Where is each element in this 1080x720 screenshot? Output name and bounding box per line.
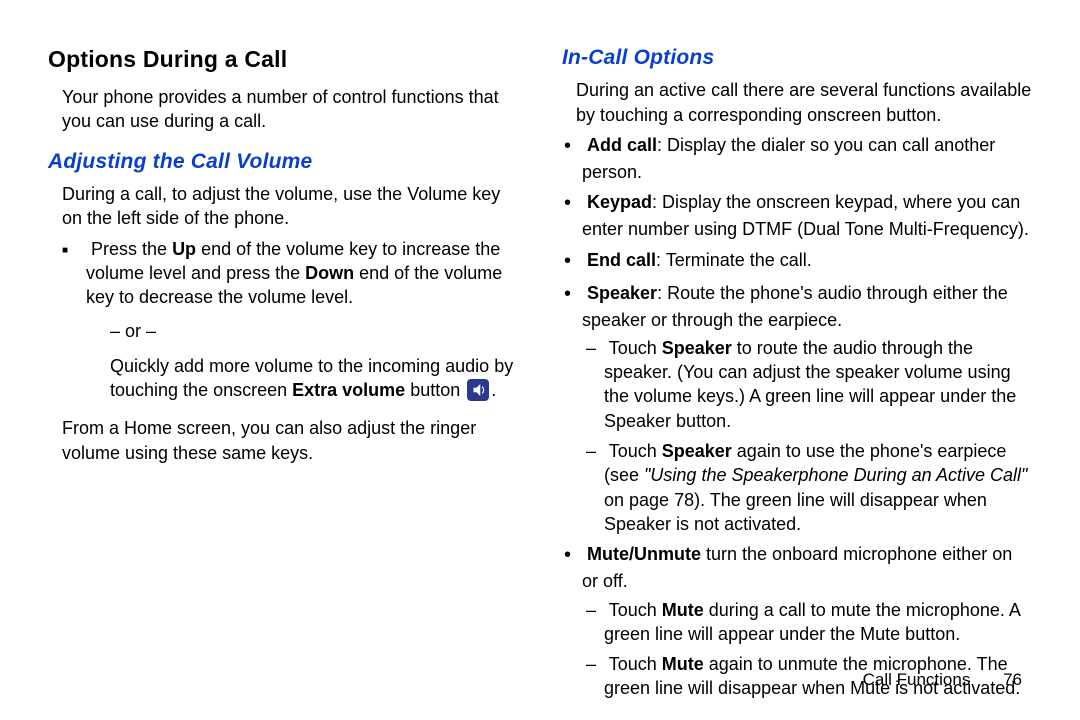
footer-page-number: 76 bbox=[1003, 670, 1022, 689]
sub-feature-item: Touch Speaker to route the audio through… bbox=[604, 336, 1032, 433]
feature-list: Add call: Display the dialer so you can … bbox=[582, 133, 1032, 701]
subsection-heading: Adjusting the Call Volume bbox=[48, 148, 518, 176]
subsection-heading: In-Call Options bbox=[562, 44, 1032, 72]
intro-paragraph: During an active call there are several … bbox=[576, 78, 1032, 127]
footer-section-name: Call Functions bbox=[863, 670, 971, 689]
divider-or: – or – bbox=[110, 319, 518, 343]
feature-item: Keypad: Display the onscreen keypad, whe… bbox=[582, 190, 1032, 241]
intro-paragraph: Your phone provides a number of control … bbox=[62, 85, 518, 134]
sub-feature-list: Touch Speaker to route the audio through… bbox=[604, 336, 1032, 536]
feature-item: Speaker: Route the phone's audio through… bbox=[582, 281, 1032, 537]
feature-item: End call: Terminate the call. bbox=[582, 248, 1032, 275]
body-paragraph: During a call, to adjust the volume, use… bbox=[62, 182, 518, 231]
instruction-item: Press the Up end of the volume key to in… bbox=[86, 237, 518, 310]
body-paragraph: Quickly add more volume to the incoming … bbox=[110, 354, 518, 403]
right-column: In-Call Options During an active call th… bbox=[562, 44, 1032, 654]
page-footer: Call Functions 76 bbox=[863, 669, 1022, 692]
sub-feature-item: Touch Speaker again to use the phone's e… bbox=[604, 439, 1032, 536]
body-paragraph: From a Home screen, you can also adjust … bbox=[62, 416, 518, 465]
extra-volume-icon bbox=[467, 379, 489, 401]
left-column: Options During a Call Your phone provide… bbox=[48, 44, 518, 654]
section-heading: Options During a Call bbox=[48, 44, 518, 75]
sub-feature-item: Touch Mute during a call to mute the mic… bbox=[604, 598, 1032, 647]
feature-item: Add call: Display the dialer so you can … bbox=[582, 133, 1032, 184]
instruction-list: Press the Up end of the volume key to in… bbox=[86, 237, 518, 310]
